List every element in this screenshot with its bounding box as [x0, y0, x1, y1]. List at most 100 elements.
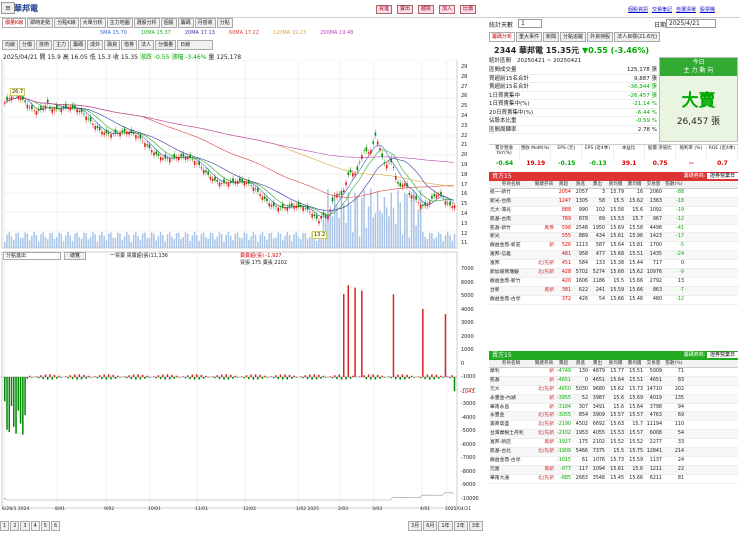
tab-tech[interactable]: 技術 [36, 40, 53, 50]
sell-row[interactable]: 凱基 新 -4651 0 4651 15.64 15.51 4651 83 [489, 376, 738, 386]
col-header[interactable]: 買均價 [606, 360, 625, 367]
flow-tick: -5000 [461, 428, 476, 434]
range-3m[interactable]: 3月 [408, 521, 423, 531]
buy-row[interactable]: 新光 555 889 434 15.61 15.96 1423 -17 [489, 233, 738, 243]
col-header[interactable]: 交易量 [644, 181, 663, 188]
col-header[interactable]: 券商名稱 [489, 360, 533, 367]
buy-row[interactable]: 群益金鼎-古亭 372 426 54 15.66 15.46 480 -12 [489, 296, 738, 305]
link-notes[interactable]: 交易筆記 [652, 6, 672, 13]
range-3y[interactable]: 3年 [468, 521, 483, 531]
page-6[interactable]: 6 [50, 521, 61, 531]
sell-row[interactable]: 群益金鼎-古亭 -1015 61 1076 15.73 15.59 1137 24 [489, 457, 738, 466]
overview-button[interactable]: 總覽 [64, 252, 86, 260]
buy-select[interactable]: 證券營業日 [706, 173, 738, 179]
col-header[interactable]: 買進 [572, 181, 589, 188]
tab-events[interactable]: 重大事件 [516, 32, 543, 42]
tab-branch[interactable]: 分點 [216, 18, 233, 28]
sell-row[interactable]: 富邦-新店 風新 -1927 175 2102 15.52 15.52 2277 33 [489, 439, 738, 449]
sell-row[interactable]: 華南永昌 新 -3184 307 3491 15.6 15.64 3798 94 [489, 404, 738, 413]
range-6m[interactable]: 6月 [423, 521, 438, 531]
add-button[interactable]: 加入 [439, 5, 456, 14]
col-header[interactable]: 賣均價 [625, 181, 644, 188]
tab-large-order[interactable]: 大單分析 [79, 18, 106, 28]
buy-row[interactable]: 凱基-台南 789 878 89 15.53 15.7 967 -12 [489, 215, 738, 225]
buy-row[interactable]: 元大-潭光 888 990 102 15.56 15.6 1092 -19 [489, 207, 738, 216]
page-5[interactable]: 5 [40, 521, 50, 531]
tab-margin[interactable]: 融資 [104, 40, 121, 50]
buy-row[interactable]: 凱基-新竹 風券 598 2548 1950 15.69 15.58 4498 -41 [489, 225, 738, 234]
buy-row[interactable]: 富邦 北/先新 451 584 133 15.38 15.44 717 0 [489, 260, 738, 270]
tab-foreign[interactable]: 成外 [87, 40, 104, 50]
tab-news[interactable]: 新聞 [543, 32, 560, 42]
tab-monthly[interactable]: 月營收 [194, 18, 216, 28]
tab-realtime[interactable]: 即時走勢 [27, 18, 54, 28]
buy-row[interactable]: 統一-新竹 2054 2057 3 15.79 16 2060 -88 [489, 189, 738, 198]
range-2y[interactable]: 2年 [453, 521, 468, 531]
tab-price-dist[interactable]: 分價 [19, 40, 36, 50]
col-header[interactable]: 關鍵券商 [533, 360, 555, 367]
buy-row[interactable]: 新加坡商瑞銀 北/先新 428 5702 5274 15.68 15.62 10976 -9 [489, 269, 738, 278]
tab-chips[interactable]: 籌碼 [177, 18, 194, 28]
col-header[interactable]: 張數(%) [663, 181, 685, 188]
tab-chip2[interactable]: 籌碼 [70, 40, 87, 50]
sell-row[interactable]: 摩利 新 -4749 130 4879 15.77 15.51 5009 71 [489, 368, 738, 377]
sell-row[interactable]: 華南大通 北/先新 -885 2663 3548 15.45 15.66 6211 81 [489, 475, 738, 484]
tab-inst[interactable]: 法人 [138, 40, 155, 50]
checkup-button[interactable]: 體檢 [418, 5, 435, 14]
tab-lend[interactable]: 借券 [121, 40, 138, 50]
sell-row[interactable]: 美商高盛 北/先新 -2190 4502 6692 15.63 15.7 11194 110 [489, 421, 738, 431]
sell-row[interactable]: 永豐金-內湖 新 -3955 52 3987 15.6 15.69 4019 135 [489, 394, 738, 404]
page-1[interactable]: 1 [0, 521, 10, 531]
sell-row[interactable]: 元大 北/先新 -4650 5030 9680 15.62 15.73 14710 202 [489, 386, 738, 395]
tab-foreign-hold[interactable]: 外資持股 [587, 32, 614, 42]
days-select[interactable]: 1 [518, 19, 542, 28]
sell-select[interactable]: 證券營業日 [706, 352, 738, 358]
tab-branch-track[interactable]: 分點追蹤 [560, 32, 587, 42]
buy-row[interactable]: 群益金鼎-新竹 420 1606 1186 15.5 15.66 2792 13 [489, 278, 738, 287]
tab-price-vol[interactable]: 分價量 [155, 40, 177, 50]
sell-row[interactable]: 元富 風新 -977 117 1094 15.61 15.6 1211 22 [489, 465, 738, 475]
buy-row[interactable]: 台新 風新 381 622 241 15.59 15.66 863 -7 [489, 286, 738, 296]
tab-chip-analysis[interactable]: 籌碼分析 [489, 32, 516, 42]
tab-target[interactable]: 法人目標(21.6元) [614, 32, 661, 42]
flow-select[interactable]: 分點進出 [3, 252, 61, 260]
price-chart[interactable] [0, 60, 475, 516]
col-header[interactable]: 張數(%) [663, 360, 685, 367]
col-header[interactable]: 買超 [555, 181, 572, 188]
tab-stock[interactable]: 個股 [160, 18, 177, 28]
tab-broker-kline[interactable]: 分點K線 [54, 18, 79, 28]
sell-row[interactable]: 凱基-台北 北/先新 -1909 5466 7375 15.5 15.75 12841 214 [489, 448, 738, 457]
range-1y[interactable]: 1年 [438, 521, 453, 531]
date-input[interactable]: 2025/4/21 [666, 19, 716, 28]
tab-ma[interactable]: 均線 [2, 40, 19, 50]
col-header[interactable]: 賣超 [555, 360, 572, 367]
col-header[interactable]: 券商名稱 [489, 181, 533, 188]
tab-screen[interactable]: 選股分析 [133, 18, 160, 28]
period-select[interactable]: 日線 [177, 40, 214, 50]
col-header[interactable]: 交易量 [644, 360, 663, 367]
tab-main[interactable]: 主力 [53, 40, 70, 50]
col-header[interactable]: 賣均價 [625, 360, 644, 367]
col-header[interactable]: 買進 [572, 360, 589, 367]
buy-row[interactable]: 富邦-信義 481 958 477 15.68 15.51 1435 -24 [489, 251, 738, 261]
col-header[interactable]: 買均價 [606, 181, 625, 188]
buy-row[interactable]: 新光-台南 1247 1305 58 15.5 15.62 1363 -18 [489, 197, 738, 207]
sell-row[interactable]: 永豐金 北/先新 -3055 854 3909 15.57 15.57 4763 69 [489, 412, 738, 422]
buy-row[interactable]: 群益金鼎-新莊 新 526 1113 587 15.64 15.81 1700 -5 [489, 242, 738, 252]
buy-button[interactable]: 買進 [376, 5, 393, 14]
link-watchlist[interactable]: 自選清單 [676, 6, 696, 13]
page-3[interactable]: 3 [20, 521, 30, 531]
sell-button[interactable]: 賣出 [397, 5, 414, 14]
col-header[interactable]: 關鍵券商 [533, 181, 555, 188]
col-header[interactable]: 賣出 [589, 181, 606, 188]
sell-row[interactable]: 台灣摩根士丹利 北/先新 -2102 1953 4055 15.53 15.57 6008 54 [489, 430, 738, 440]
menu-icon[interactable]: ≡ [1, 2, 15, 14]
tab-main-map[interactable]: 主力地圖 [106, 18, 133, 28]
page-4[interactable]: 4 [30, 521, 40, 531]
compare-button[interactable]: 比價 [460, 5, 477, 14]
col-header[interactable]: 賣出 [589, 360, 606, 367]
tab-kline[interactable]: 價量K線 [2, 18, 27, 28]
link-robot[interactable]: 股票機 [700, 6, 715, 13]
link-info[interactable]: 個股資訊 [628, 6, 648, 13]
page-2[interactable]: 2 [10, 521, 20, 531]
